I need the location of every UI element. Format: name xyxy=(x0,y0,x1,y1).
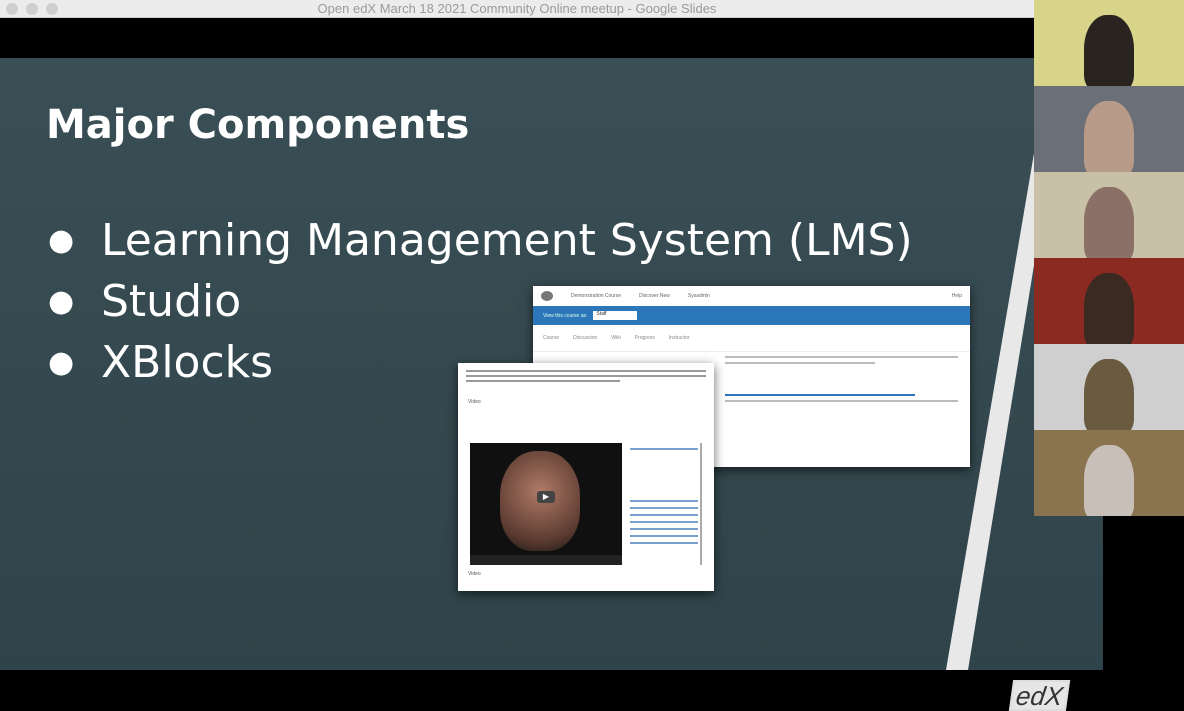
play-icon: ▶ xyxy=(537,491,555,503)
section-label: Video xyxy=(468,399,481,405)
maximize-button[interactable] xyxy=(46,3,58,15)
bullet-text: Studio xyxy=(101,276,242,327)
view-as-select: Staff xyxy=(593,311,638,320)
close-button[interactable] xyxy=(6,3,18,15)
logo-icon xyxy=(541,291,553,301)
bullet-text: XBlocks xyxy=(101,337,274,388)
nav-item: Discover New xyxy=(639,293,670,299)
xblock-screenshot: Video ▶ Video xyxy=(458,363,714,591)
bullet-text: Learning Management System (LMS) xyxy=(101,215,913,266)
edx-logo: edX xyxy=(1008,680,1071,711)
tab: Course xyxy=(543,335,560,341)
participant-tile[interactable] xyxy=(1034,258,1184,344)
participant-tile[interactable] xyxy=(1034,172,1184,258)
course-name: Demonstration Course xyxy=(571,293,622,299)
tab: Wiki xyxy=(611,335,621,341)
tab: Instructor xyxy=(668,335,690,341)
participant-tile[interactable] xyxy=(1034,344,1184,430)
participant-tile[interactable] xyxy=(1034,86,1184,172)
help-link: Help xyxy=(951,293,962,299)
minimize-button[interactable] xyxy=(26,3,38,15)
bullet-item: ● Learning Management System (LMS) xyxy=(48,215,913,266)
slide-title: Major Components xyxy=(46,102,470,148)
window-title: Open edX March 18 2021 Community Online … xyxy=(317,1,717,16)
view-as-label: View this course as: xyxy=(543,312,588,319)
nav-item: Sysadmin xyxy=(687,293,710,299)
video-controls xyxy=(470,555,622,565)
window-titlebar: Open edX March 18 2021 Community Online … xyxy=(0,0,1034,18)
participant-tile[interactable] xyxy=(1034,430,1184,516)
video-player: ▶ xyxy=(470,443,622,565)
tab: Progress xyxy=(634,335,655,341)
letterbox xyxy=(0,18,1034,58)
slide: Major Components ● Learning Management Sy… xyxy=(0,58,1103,711)
download-label: Video xyxy=(468,571,481,577)
participant-tile[interactable] xyxy=(1034,0,1184,86)
transcript xyxy=(628,443,702,565)
tab: Discussion xyxy=(573,335,598,341)
